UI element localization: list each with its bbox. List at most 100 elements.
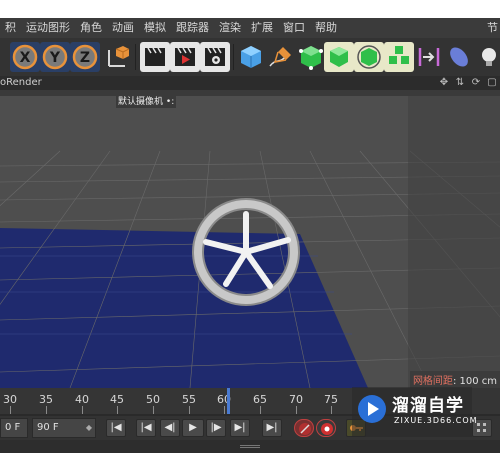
coordinate-system-button[interactable] <box>102 42 132 72</box>
next-frame-button[interactable]: |▶ <box>206 419 226 437</box>
cube-icon <box>241 46 261 68</box>
next-keyframe-icon: ▶| <box>234 422 246 433</box>
svg-text:X: X <box>20 50 31 66</box>
go-to-start-icon: |◀ <box>110 422 122 433</box>
grid-spacing-value: : 100 cm <box>452 376 497 387</box>
subdivision-icon <box>299 46 323 70</box>
panel-resize-handle[interactable] <box>240 445 260 448</box>
svg-text:Y: Y <box>49 50 61 66</box>
menu-item-node-partial[interactable]: 节 <box>485 18 500 38</box>
scene-button[interactable] <box>444 42 474 72</box>
cloner-button[interactable] <box>384 42 414 72</box>
menu-item-window[interactable]: 窗口 <box>278 18 310 38</box>
axis-y-icon: Y <box>42 44 68 70</box>
go-to-end-button[interactable]: ▶| <box>262 419 282 437</box>
menu-item-simulate[interactable]: 模拟 <box>139 18 171 38</box>
next-frame-icon: |▶ <box>210 422 222 433</box>
menu-item-extensions[interactable]: 扩展 <box>246 18 278 38</box>
fields-button[interactable] <box>414 42 444 72</box>
timeline-tick-mark <box>260 406 261 414</box>
timeline-playhead[interactable] <box>227 388 230 414</box>
previous-frame-button[interactable]: ◀| <box>160 419 180 437</box>
light-bulb-icon <box>482 48 496 66</box>
rotate-view-icon[interactable]: ⟳ <box>470 76 482 90</box>
zoom-view-icon[interactable]: ⇅ <box>454 76 466 90</box>
camera-name: 默认摄像机 <box>118 97 164 107</box>
go-to-start-button[interactable]: |◀ <box>106 419 126 437</box>
default-camera-label[interactable]: 默认摄像机 •: <box>116 96 177 108</box>
green-cube-icon <box>330 47 348 67</box>
clapper-play-icon <box>175 47 195 66</box>
light-button[interactable] <box>474 42 500 72</box>
svg-text:Z: Z <box>80 50 90 66</box>
timeline-tick-label: 30 <box>3 393 17 406</box>
start-frame-field[interactable]: 0 F <box>0 418 28 438</box>
viewport-right-shadow <box>408 96 500 388</box>
previous-keyframe-button[interactable]: |◀ <box>136 419 156 437</box>
grid-spacing-info: 网格间距: 100 cm <box>409 371 500 388</box>
previous-keyframe-icon: |◀ <box>140 422 152 433</box>
start-frame-value: 0 F <box>5 422 21 433</box>
timeline-tick-mark <box>296 406 297 414</box>
menu-item-tracker[interactable]: 跟踪器 <box>171 18 214 38</box>
toggle-view-icon[interactable]: ▢ <box>486 76 498 90</box>
timeline-tick-mark <box>153 406 154 414</box>
previous-frame-icon: ◀| <box>164 422 176 433</box>
menu-item-help[interactable]: 帮助 <box>310 18 342 38</box>
menu-item-mograph[interactable]: 运动图形 <box>21 18 75 38</box>
axis-y-lock-button[interactable]: Y <box>40 42 70 72</box>
subdivision-surface-button[interactable] <box>296 42 326 72</box>
timeline-tick-mark <box>117 406 118 414</box>
timeline-tick-label: 75 <box>324 393 338 406</box>
timeline-tick-mark <box>46 406 47 414</box>
watermark-logo <box>358 395 386 423</box>
timeline-tick-mark <box>224 406 225 414</box>
axis-z-lock-button[interactable]: Z <box>70 42 100 72</box>
menu-item-animate[interactable]: 动画 <box>107 18 139 38</box>
watermark-url: ZIXUE.3D66.COM <box>394 416 478 425</box>
timeline-tick-mark <box>189 406 190 414</box>
deformer-button[interactable] <box>354 42 384 72</box>
spline-pen-button[interactable] <box>266 42 296 72</box>
render-view-button[interactable] <box>140 42 170 72</box>
cloner-cubes-icon <box>389 46 409 64</box>
menu-item-render[interactable]: 渲染 <box>214 18 246 38</box>
toolbar-separator <box>135 44 136 70</box>
toolbar-separator <box>233 44 234 70</box>
auto-keying-button[interactable] <box>316 419 336 437</box>
render-settings-button[interactable] <box>200 42 230 72</box>
top-blank-area <box>0 0 500 18</box>
render-to-picture-viewer-button[interactable] <box>170 42 200 72</box>
viewport-panel-title: oRender <box>0 77 42 88</box>
axis-x-icon: X <box>12 44 38 70</box>
move-view-icon[interactable]: ✥ <box>438 76 450 90</box>
timeline-tick-label: 65 <box>253 393 267 406</box>
bottom-strip <box>0 440 500 453</box>
coordinate-system-icon <box>108 46 130 67</box>
timeline-tick-label: 45 <box>110 393 124 406</box>
watermark-text: 溜溜自学 <box>392 396 464 416</box>
3d-viewport[interactable]: 默认摄像机 •: 网格间距: 100 cm <box>0 96 500 388</box>
viewport-header: oRender ✥ ⇅ ⟳ ▢ <box>0 76 500 90</box>
menu-item-simulate-partial[interactable]: 积 <box>0 18 21 38</box>
axis-x-lock-button[interactable]: X <box>10 42 40 72</box>
spinner-icon[interactable]: ◆ <box>86 419 92 437</box>
floor-plane <box>0 228 368 388</box>
play-button[interactable]: ▶ <box>182 419 204 437</box>
record-active-objects-button[interactable] <box>294 419 314 437</box>
watermark-overlay: 溜溜自学 ZIXUE.3D66.COM <box>352 387 477 437</box>
menu-item-character[interactable]: 角色 <box>75 18 107 38</box>
timeline-tick-label: 40 <box>75 393 89 406</box>
end-frame-field[interactable]: 90 F ◆ <box>32 418 96 438</box>
viewport-nav-icons: ✥ ⇅ ⟳ ▢ <box>438 76 498 90</box>
timeline-tick-label: 70 <box>289 393 303 406</box>
field-arrow-icon <box>418 48 440 66</box>
timeline-tick-mark <box>82 406 83 414</box>
clapper-gear-icon <box>205 47 225 66</box>
menu-bar: 积 运动图形 角色 动画 模拟 跟踪器 渲染 扩展 窗口 帮助 节 <box>0 18 500 38</box>
array-object-button[interactable] <box>324 42 354 72</box>
play-logo-icon <box>368 402 379 416</box>
add-cube-button[interactable] <box>236 42 266 72</box>
go-to-end-icon: ▶| <box>266 422 278 433</box>
next-keyframe-button[interactable]: ▶| <box>230 419 250 437</box>
